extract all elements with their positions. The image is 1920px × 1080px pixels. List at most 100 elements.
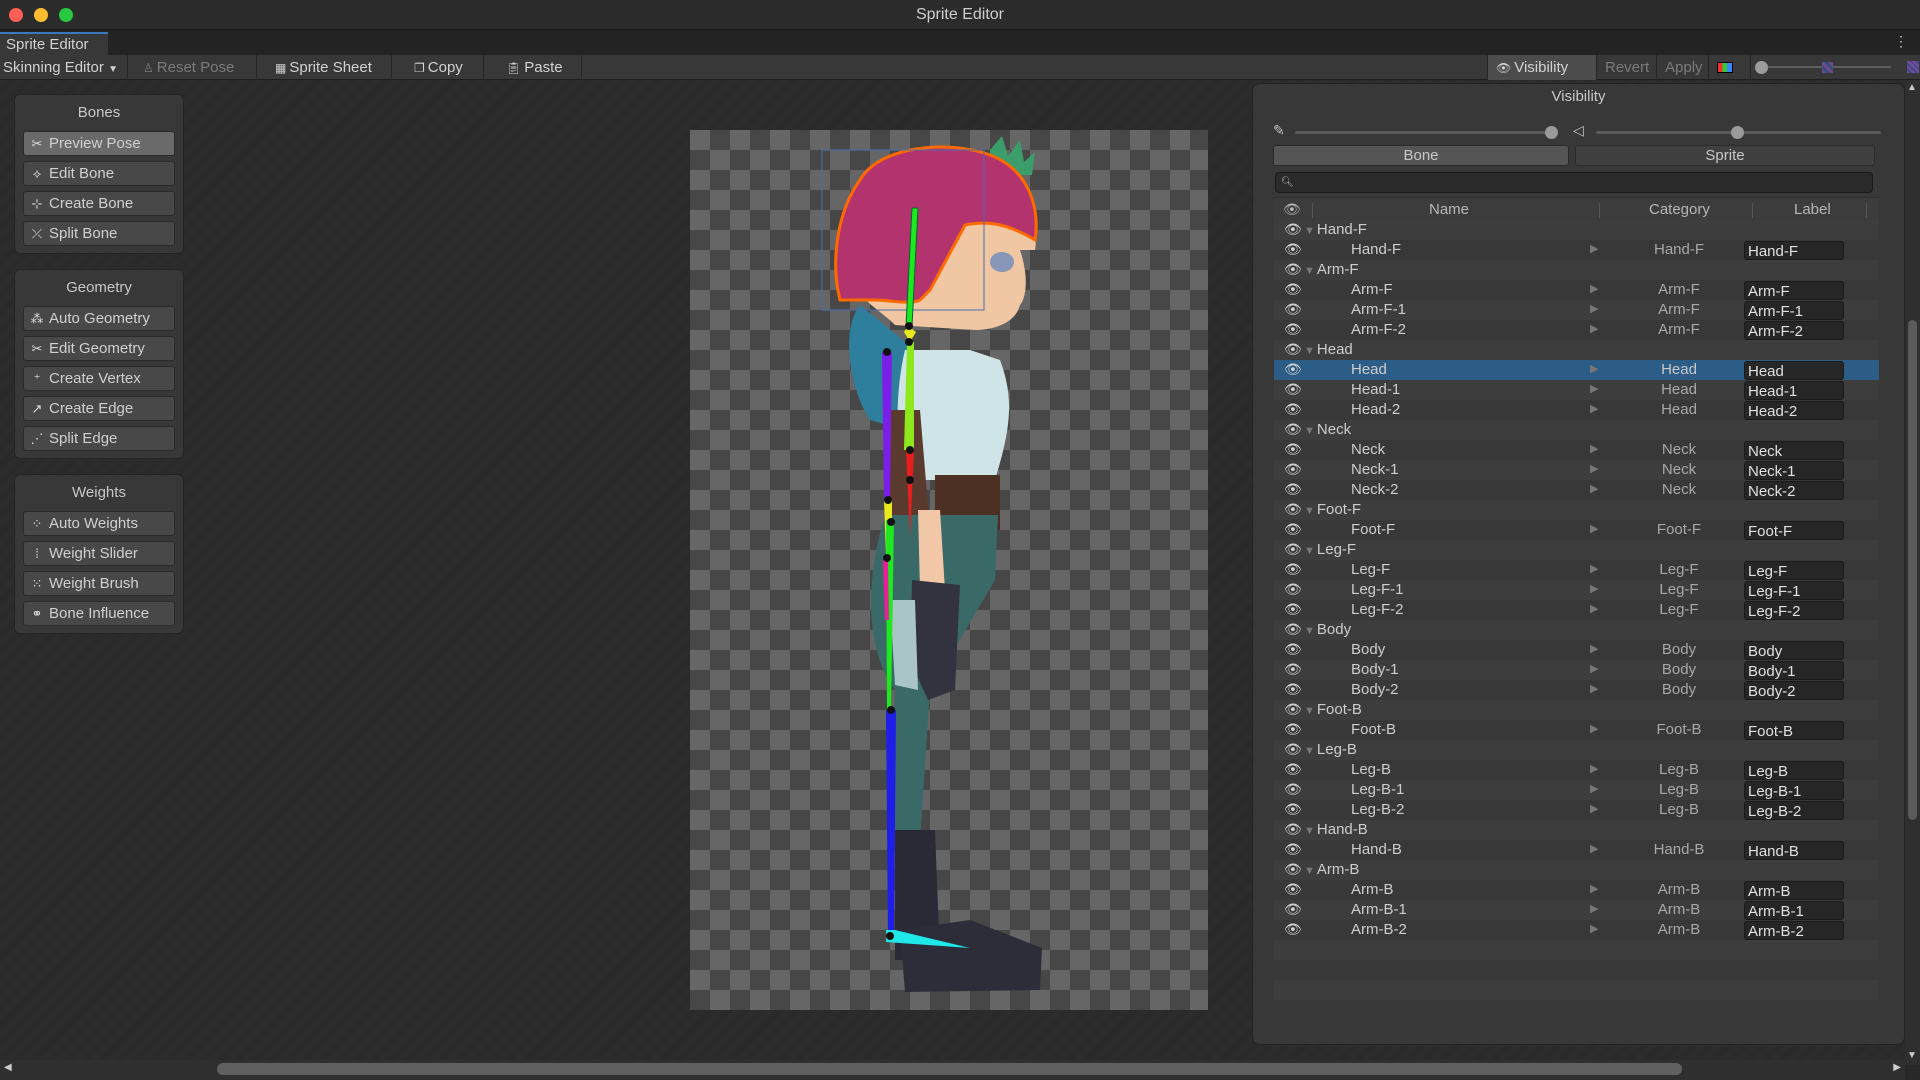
eye-icon[interactable]: 👁︎ <box>1284 481 1302 498</box>
category-value[interactable]: Leg-B <box>1614 781 1744 798</box>
category-value[interactable]: Neck <box>1614 441 1744 458</box>
paste-button[interactable]: 📋︎ Paste <box>498 55 582 80</box>
auto-geometry-button[interactable]: ⁂ Auto Geometry <box>23 306 175 331</box>
eye-icon[interactable]: 👁︎ <box>1284 901 1302 918</box>
weight-slider-button[interactable]: ⁞ Weight Slider <box>23 541 175 566</box>
eye-icon[interactable]: 👁︎ <box>1284 861 1302 878</box>
group-row[interactable]: 👁︎ ▼ Neck <box>1274 420 1879 440</box>
label-field[interactable]: Arm-B-1 <box>1744 901 1844 920</box>
category-dropdown-icon[interactable]: ▶ <box>1590 282 1598 295</box>
group-label[interactable]: ▼ Body <box>1304 621 1351 638</box>
visibility-toggle-button[interactable]: 👁︎ Visibility <box>1487 55 1597 80</box>
edit-bone-button[interactable]: ⟡ Edit Bone <box>23 161 175 186</box>
group-label[interactable]: ▼ Arm-B <box>1304 861 1359 878</box>
eye-icon[interactable]: 👁︎ <box>1284 561 1302 578</box>
label-field[interactable]: Leg-B-1 <box>1744 781 1844 800</box>
label-field[interactable]: Head <box>1744 361 1844 380</box>
color-channels-button[interactable] <box>1709 55 1751 80</box>
label-field[interactable]: Body-2 <box>1744 681 1844 700</box>
split-edge-button[interactable]: ⋰ Split Edge <box>23 426 175 451</box>
category-dropdown-icon[interactable]: ▶ <box>1590 922 1598 935</box>
create-bone-button[interactable]: ⊹ Create Bone <box>23 191 175 216</box>
category-value[interactable]: Foot-F <box>1614 521 1744 538</box>
category-value[interactable]: Head <box>1614 361 1744 378</box>
table-row[interactable]: 👁︎ Foot-B ▶ Foot-B Foot-B <box>1274 720 1879 740</box>
category-value[interactable]: Leg-B <box>1614 801 1744 818</box>
group-row[interactable]: 👁︎ ▼ Head <box>1274 340 1879 360</box>
tab-sprite-editor[interactable]: Sprite Editor <box>0 32 108 55</box>
eye-icon[interactable]: 👁︎ <box>1284 741 1302 758</box>
eye-icon[interactable]: 👁︎ <box>1284 521 1302 538</box>
scroll-right-icon[interactable]: ▶ <box>1893 1062 1901 1073</box>
eye-icon[interactable]: 👁︎ <box>1284 321 1302 338</box>
category-dropdown-icon[interactable]: ▶ <box>1590 522 1598 535</box>
eye-icon[interactable]: 👁︎ <box>1284 341 1302 358</box>
close-window-button[interactable] <box>9 8 23 22</box>
category-value[interactable]: Body <box>1614 661 1744 678</box>
expand-triangle-icon[interactable]: ▼ <box>1304 265 1315 277</box>
category-dropdown-icon[interactable]: ▶ <box>1590 442 1598 455</box>
visibility-column-eye-icon[interactable]: 👁︎ <box>1283 201 1301 218</box>
eye-icon[interactable]: 👁︎ <box>1284 221 1302 238</box>
category-value[interactable]: Leg-F <box>1614 601 1744 618</box>
table-row[interactable]: 👁︎ Body-2 ▶ Body Body-2 <box>1274 680 1879 700</box>
eye-icon[interactable]: 👁︎ <box>1284 401 1302 418</box>
category-dropdown-icon[interactable]: ▶ <box>1590 362 1598 375</box>
group-row[interactable]: 👁︎ ▼ Arm-B <box>1274 860 1879 880</box>
category-value[interactable]: Neck <box>1614 461 1744 478</box>
expand-triangle-icon[interactable]: ▼ <box>1304 825 1315 837</box>
eye-icon[interactable]: 👁︎ <box>1284 501 1302 518</box>
label-field[interactable]: Foot-F <box>1744 521 1844 540</box>
category-dropdown-icon[interactable]: ▶ <box>1590 322 1598 335</box>
eye-icon[interactable]: 👁︎ <box>1284 261 1302 278</box>
eye-icon[interactable]: 👁︎ <box>1284 881 1302 898</box>
label-field[interactable]: Foot-B <box>1744 721 1844 740</box>
create-edge-button[interactable]: ↗ Create Edge <box>23 396 175 421</box>
table-row[interactable]: 👁︎ Arm-F ▶ Arm-F Arm-F <box>1274 280 1879 300</box>
group-row[interactable]: 👁︎ ▼ Foot-B <box>1274 700 1879 720</box>
group-label[interactable]: ▼ Leg-B <box>1304 741 1357 758</box>
eye-icon[interactable]: 👁︎ <box>1284 281 1302 298</box>
label-field[interactable]: Arm-B <box>1744 881 1844 900</box>
group-row[interactable]: 👁︎ ▼ Arm-F <box>1274 260 1879 280</box>
category-dropdown-icon[interactable]: ▶ <box>1590 782 1598 795</box>
table-row[interactable]: 👁︎ Arm-F-1 ▶ Arm-F Arm-F-1 <box>1274 300 1879 320</box>
expand-triangle-icon[interactable]: ▼ <box>1304 745 1315 757</box>
sprite-sheet-button[interactable]: ▦ Sprite Sheet <box>267 55 392 80</box>
expand-triangle-icon[interactable]: ▼ <box>1304 225 1315 237</box>
group-label[interactable]: ▼ Foot-B <box>1304 701 1362 718</box>
expand-triangle-icon[interactable]: ▼ <box>1304 545 1315 557</box>
label-field[interactable]: Neck-2 <box>1744 481 1844 500</box>
category-dropdown-icon[interactable]: ▶ <box>1590 642 1598 655</box>
scroll-left-icon[interactable]: ◀ <box>4 1062 12 1073</box>
label-field[interactable]: Head-2 <box>1744 401 1844 420</box>
category-value[interactable]: Arm-B <box>1614 881 1744 898</box>
label-field[interactable]: Arm-B-2 <box>1744 921 1844 940</box>
category-value[interactable]: Body <box>1614 641 1744 658</box>
zoom-slider[interactable] <box>1755 55 1919 80</box>
table-row[interactable]: 👁︎ Leg-F ▶ Leg-F Leg-F <box>1274 560 1879 580</box>
group-row[interactable]: 👁︎ ▼ Body <box>1274 620 1879 640</box>
category-value[interactable]: Leg-F <box>1614 561 1744 578</box>
table-row[interactable]: 👁︎ Neck-2 ▶ Neck Neck-2 <box>1274 480 1879 500</box>
category-dropdown-icon[interactable]: ▶ <box>1590 462 1598 475</box>
expand-triangle-icon[interactable]: ▼ <box>1304 345 1315 357</box>
minimize-window-button[interactable] <box>34 8 48 22</box>
category-dropdown-icon[interactable]: ▶ <box>1590 602 1598 615</box>
category-dropdown-icon[interactable]: ▶ <box>1590 882 1598 895</box>
label-field[interactable]: Hand-F <box>1744 241 1844 260</box>
eye-icon[interactable]: 👁︎ <box>1284 541 1302 558</box>
maximize-window-button[interactable] <box>59 8 73 22</box>
zoom-slider-knob[interactable] <box>1755 61 1768 74</box>
eye-icon[interactable]: 👁︎ <box>1284 761 1302 778</box>
category-value[interactable]: Arm-F <box>1614 321 1744 338</box>
group-label[interactable]: ▼ Hand-B <box>1304 821 1368 838</box>
label-field[interactable]: Head-1 <box>1744 381 1844 400</box>
table-row[interactable]: 👁︎ Head-2 ▶ Head Head-2 <box>1274 400 1879 420</box>
group-row[interactable]: 👁︎ ▼ Hand-F <box>1274 220 1879 240</box>
category-dropdown-icon[interactable]: ▶ <box>1590 762 1598 775</box>
create-vertex-button[interactable]: ⁺ Create Vertex <box>23 366 175 391</box>
label-field[interactable]: Leg-B-2 <box>1744 801 1844 820</box>
category-value[interactable]: Arm-B <box>1614 901 1744 918</box>
group-label[interactable]: ▼ Neck <box>1304 421 1351 438</box>
